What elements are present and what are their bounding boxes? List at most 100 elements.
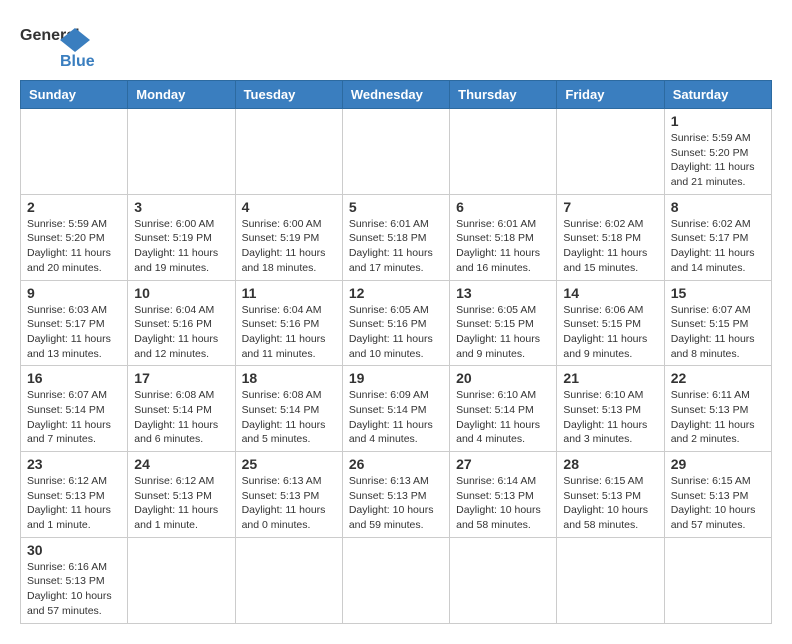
calendar-cell: 13 Sunrise: 6:05 AM Sunset: 5:15 PM Dayli… bbox=[450, 280, 557, 366]
calendar-cell bbox=[557, 109, 664, 195]
day-info: Sunrise: 6:03 AM Sunset: 5:17 PM Dayligh… bbox=[27, 303, 121, 362]
day-number: 24 bbox=[134, 456, 228, 472]
calendar-cell: 20 Sunrise: 6:10 AM Sunset: 5:14 PM Dayli… bbox=[450, 366, 557, 452]
calendar-cell: 23 Sunrise: 6:12 AM Sunset: 5:13 PM Dayli… bbox=[21, 452, 128, 538]
calendar-cell: 21 Sunrise: 6:10 AM Sunset: 5:13 PM Dayli… bbox=[557, 366, 664, 452]
day-number: 13 bbox=[456, 285, 550, 301]
day-header-sunday: Sunday bbox=[21, 81, 128, 109]
day-info: Sunrise: 6:10 AM Sunset: 5:13 PM Dayligh… bbox=[563, 388, 657, 447]
day-header-saturday: Saturday bbox=[664, 81, 771, 109]
calendar-cell: 27 Sunrise: 6:14 AM Sunset: 5:13 PM Dayli… bbox=[450, 452, 557, 538]
calendar-cell: 12Sunrise: 6:05 AM Sunset: 5:16 PM Dayli… bbox=[342, 280, 449, 366]
calendar-cell: 4 Sunrise: 6:00 AM Sunset: 5:19 PM Daylig… bbox=[235, 194, 342, 280]
day-info: Sunrise: 5:59 AM Sunset: 5:20 PM Dayligh… bbox=[671, 131, 765, 190]
day-info: Sunrise: 6:01 AM Sunset: 5:18 PM Dayligh… bbox=[349, 217, 443, 276]
calendar-cell bbox=[128, 537, 235, 623]
week-row-4: 16 Sunrise: 6:07 AM Sunset: 5:14 PM Dayli… bbox=[21, 366, 772, 452]
week-row-6: 30Sunrise: 6:16 AM Sunset: 5:13 PM Dayli… bbox=[21, 537, 772, 623]
day-number: 26 bbox=[349, 456, 443, 472]
day-info: Sunrise: 6:09 AM Sunset: 5:14 PM Dayligh… bbox=[349, 388, 443, 447]
day-number: 16 bbox=[27, 370, 121, 386]
day-number: 6 bbox=[456, 199, 550, 215]
day-number: 21 bbox=[563, 370, 657, 386]
day-info: Sunrise: 6:15 AM Sunset: 5:13 PM Dayligh… bbox=[671, 474, 765, 533]
day-info: Sunrise: 6:02 AM Sunset: 5:18 PM Dayligh… bbox=[563, 217, 657, 276]
day-info: Sunrise: 6:11 AM Sunset: 5:13 PM Dayligh… bbox=[671, 388, 765, 447]
week-row-1: 1 Sunrise: 5:59 AM Sunset: 5:20 PM Daylig… bbox=[21, 109, 772, 195]
day-number: 23 bbox=[27, 456, 121, 472]
calendar-cell: 24Sunrise: 6:12 AM Sunset: 5:13 PM Dayli… bbox=[128, 452, 235, 538]
calendar-cell: 2 Sunrise: 5:59 AM Sunset: 5:20 PM Daylig… bbox=[21, 194, 128, 280]
day-info: Sunrise: 6:08 AM Sunset: 5:14 PM Dayligh… bbox=[242, 388, 336, 447]
day-number: 17 bbox=[134, 370, 228, 386]
day-header-monday: Monday bbox=[128, 81, 235, 109]
day-number: 19 bbox=[349, 370, 443, 386]
day-info: Sunrise: 6:07 AM Sunset: 5:15 PM Dayligh… bbox=[671, 303, 765, 362]
day-number: 28 bbox=[563, 456, 657, 472]
calendar-cell: 7 Sunrise: 6:02 AM Sunset: 5:18 PM Daylig… bbox=[557, 194, 664, 280]
day-number: 1 bbox=[671, 113, 765, 129]
day-header-wednesday: Wednesday bbox=[342, 81, 449, 109]
calendar-cell: 10Sunrise: 6:04 AM Sunset: 5:16 PM Dayli… bbox=[128, 280, 235, 366]
day-info: Sunrise: 6:02 AM Sunset: 5:17 PM Dayligh… bbox=[671, 217, 765, 276]
day-header-friday: Friday bbox=[557, 81, 664, 109]
day-info: Sunrise: 6:14 AM Sunset: 5:13 PM Dayligh… bbox=[456, 474, 550, 533]
day-info: Sunrise: 6:08 AM Sunset: 5:14 PM Dayligh… bbox=[134, 388, 228, 447]
day-info: Sunrise: 6:00 AM Sunset: 5:19 PM Dayligh… bbox=[134, 217, 228, 276]
calendar-cell bbox=[235, 109, 342, 195]
day-number: 22 bbox=[671, 370, 765, 386]
page-header: GeneralBlue bbox=[20, 20, 772, 70]
calendar-table: SundayMondayTuesdayWednesdayThursdayFrid… bbox=[20, 80, 772, 624]
calendar-cell: 8 Sunrise: 6:02 AM Sunset: 5:17 PM Daylig… bbox=[664, 194, 771, 280]
logo: GeneralBlue bbox=[20, 20, 100, 70]
calendar-cell bbox=[450, 537, 557, 623]
day-info: Sunrise: 5:59 AM Sunset: 5:20 PM Dayligh… bbox=[27, 217, 121, 276]
day-number: 18 bbox=[242, 370, 336, 386]
calendar-cell: 30Sunrise: 6:16 AM Sunset: 5:13 PM Dayli… bbox=[21, 537, 128, 623]
day-number: 20 bbox=[456, 370, 550, 386]
day-info: Sunrise: 6:07 AM Sunset: 5:14 PM Dayligh… bbox=[27, 388, 121, 447]
day-number: 14 bbox=[563, 285, 657, 301]
week-row-3: 9 Sunrise: 6:03 AM Sunset: 5:17 PM Daylig… bbox=[21, 280, 772, 366]
calendar-cell: 6 Sunrise: 6:01 AM Sunset: 5:18 PM Daylig… bbox=[450, 194, 557, 280]
calendar-cell: 3Sunrise: 6:00 AM Sunset: 5:19 PM Daylig… bbox=[128, 194, 235, 280]
calendar-cell: 25Sunrise: 6:13 AM Sunset: 5:13 PM Dayli… bbox=[235, 452, 342, 538]
day-number: 11 bbox=[242, 285, 336, 301]
day-info: Sunrise: 6:05 AM Sunset: 5:15 PM Dayligh… bbox=[456, 303, 550, 362]
day-info: Sunrise: 6:01 AM Sunset: 5:18 PM Dayligh… bbox=[456, 217, 550, 276]
day-info: Sunrise: 6:06 AM Sunset: 5:15 PM Dayligh… bbox=[563, 303, 657, 362]
day-number: 15 bbox=[671, 285, 765, 301]
calendar-cell: 11Sunrise: 6:04 AM Sunset: 5:16 PM Dayli… bbox=[235, 280, 342, 366]
calendar-cell: 16 Sunrise: 6:07 AM Sunset: 5:14 PM Dayli… bbox=[21, 366, 128, 452]
days-header-row: SundayMondayTuesdayWednesdayThursdayFrid… bbox=[21, 81, 772, 109]
calendar-cell bbox=[21, 109, 128, 195]
calendar-cell: 14 Sunrise: 6:06 AM Sunset: 5:15 PM Dayli… bbox=[557, 280, 664, 366]
day-info: Sunrise: 6:00 AM Sunset: 5:19 PM Dayligh… bbox=[242, 217, 336, 276]
svg-text:Blue: Blue bbox=[60, 53, 95, 70]
day-number: 2 bbox=[27, 199, 121, 215]
day-number: 9 bbox=[27, 285, 121, 301]
calendar-cell: 22 Sunrise: 6:11 AM Sunset: 5:13 PM Dayli… bbox=[664, 366, 771, 452]
calendar-cell: 5Sunrise: 6:01 AM Sunset: 5:18 PM Daylig… bbox=[342, 194, 449, 280]
calendar-cell: 9 Sunrise: 6:03 AM Sunset: 5:17 PM Daylig… bbox=[21, 280, 128, 366]
generalblue-logo-icon: GeneralBlue bbox=[20, 20, 100, 70]
day-info: Sunrise: 6:10 AM Sunset: 5:14 PM Dayligh… bbox=[456, 388, 550, 447]
calendar-cell bbox=[664, 537, 771, 623]
calendar-cell: 19 Sunrise: 6:09 AM Sunset: 5:14 PM Dayli… bbox=[342, 366, 449, 452]
day-number: 7 bbox=[563, 199, 657, 215]
calendar-cell: 1 Sunrise: 5:59 AM Sunset: 5:20 PM Daylig… bbox=[664, 109, 771, 195]
calendar-cell: 28Sunrise: 6:15 AM Sunset: 5:13 PM Dayli… bbox=[557, 452, 664, 538]
day-number: 8 bbox=[671, 199, 765, 215]
day-number: 4 bbox=[242, 199, 336, 215]
calendar-cell bbox=[235, 537, 342, 623]
day-number: 12 bbox=[349, 285, 443, 301]
day-header-thursday: Thursday bbox=[450, 81, 557, 109]
day-info: Sunrise: 6:12 AM Sunset: 5:13 PM Dayligh… bbox=[27, 474, 121, 533]
day-number: 27 bbox=[456, 456, 550, 472]
calendar-cell: 15 Sunrise: 6:07 AM Sunset: 5:15 PM Dayli… bbox=[664, 280, 771, 366]
week-row-5: 23 Sunrise: 6:12 AM Sunset: 5:13 PM Dayli… bbox=[21, 452, 772, 538]
day-info: Sunrise: 6:16 AM Sunset: 5:13 PM Dayligh… bbox=[27, 560, 121, 619]
calendar-cell: 26Sunrise: 6:13 AM Sunset: 5:13 PM Dayli… bbox=[342, 452, 449, 538]
day-info: Sunrise: 6:13 AM Sunset: 5:13 PM Dayligh… bbox=[242, 474, 336, 533]
calendar-cell bbox=[342, 109, 449, 195]
